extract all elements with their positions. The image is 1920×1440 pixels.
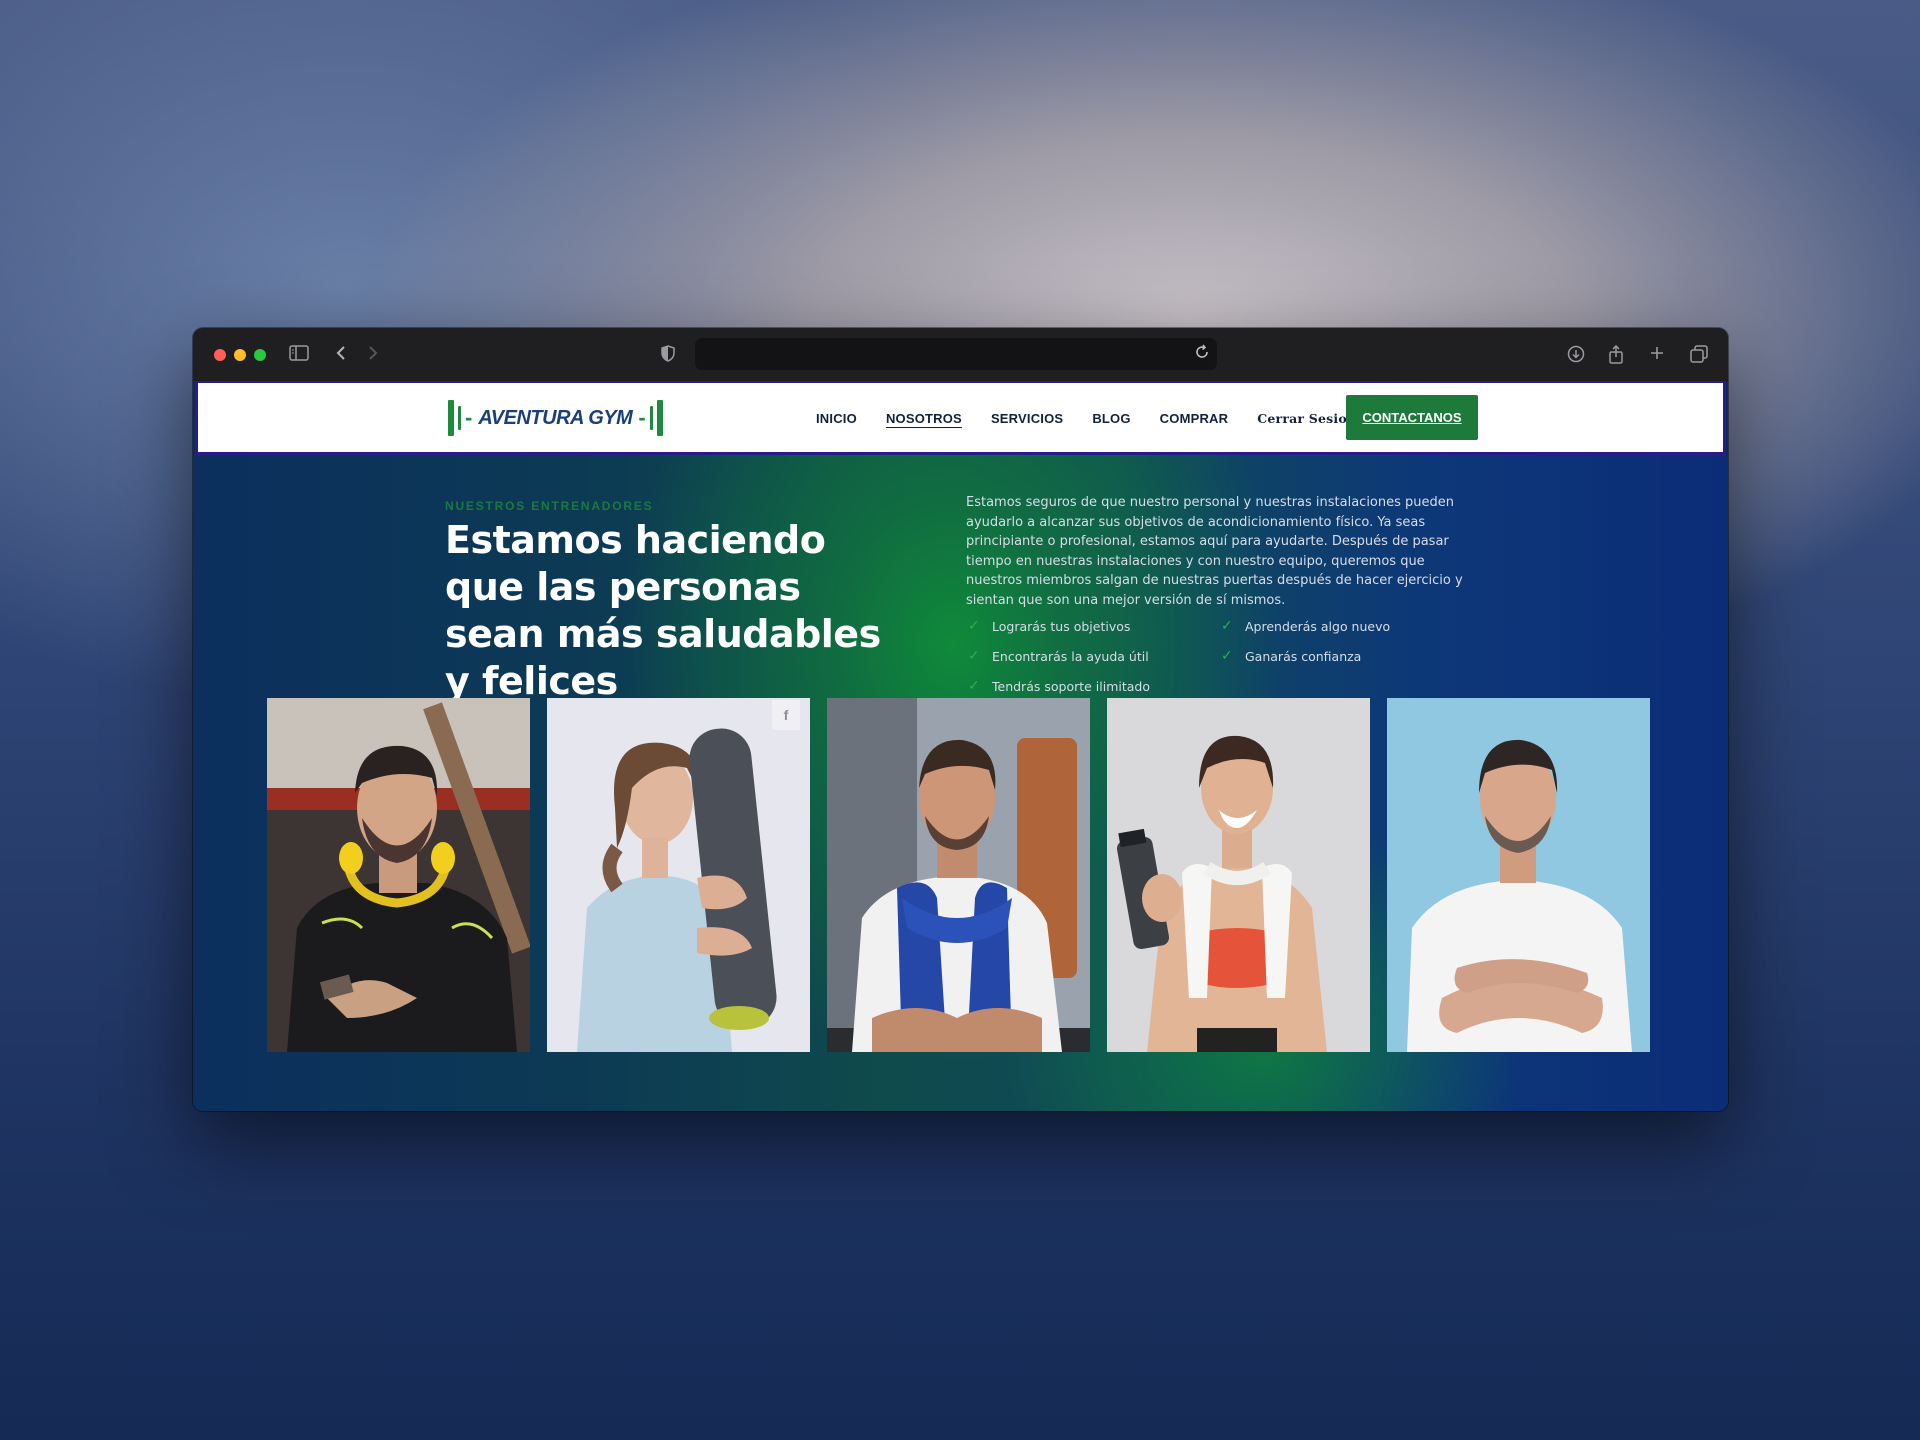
section-headline: Estamos haciendo que las personas sean m… [445, 518, 881, 703]
benefits-list: ✓ Lograrás tus objetivos ✓ Aprenderás al… [968, 611, 1488, 701]
site-header: - AVENTURA GYM - INICIO NOSOTROS SERVICI… [195, 381, 1726, 455]
trainer-card-2[interactable]: f [547, 698, 810, 1052]
logo-bar-right-inner [649, 406, 653, 430]
nav-item-inicio[interactable]: INICIO [816, 411, 857, 426]
shield-icon[interactable] [661, 345, 675, 365]
main-nav: INICIO NOSOTROS SERVICIOS BLOG COMPRAR C… [816, 383, 1376, 453]
download-icon[interactable] [1567, 345, 1585, 366]
check-icon: ✓ [1221, 648, 1233, 664]
benefit-item: ✓ Aprenderás algo nuevo [1221, 611, 1474, 641]
benefit-label: Lograrás tus objetivos [992, 618, 1131, 634]
nav-item-servicios[interactable]: SERVICIOS [991, 411, 1063, 426]
minimize-window-button[interactable] [234, 349, 246, 361]
address-bar[interactable] [695, 338, 1217, 370]
benefit-label: Ganarás confianza [1245, 648, 1362, 664]
browser-window: - AVENTURA GYM - INICIO NOSOTROS SERVICI… [193, 328, 1728, 1111]
logo-bar-left-inner [458, 406, 461, 430]
logo-dash-right: - [638, 405, 646, 430]
chevron-right-icon[interactable] [367, 345, 379, 364]
close-window-button[interactable] [214, 349, 226, 361]
share-icon[interactable] [1608, 344, 1624, 367]
window-controls [214, 349, 266, 361]
trainer-photo-1 [267, 698, 530, 1052]
benefit-label: Aprenderás algo nuevo [1245, 618, 1391, 634]
nav-item-nosotros[interactable]: NOSOTROS [886, 411, 962, 426]
benefit-item: ✓ Encontrarás la ayuda útil [968, 641, 1221, 671]
plus-icon[interactable] [1649, 345, 1665, 364]
benefit-item: ✓ Tendrás soporte ilimitado [968, 671, 1221, 701]
check-icon: ✓ [1221, 618, 1233, 634]
trainer-photo-3 [827, 698, 1090, 1052]
benefit-item: ✓ Ganarás confianza [1221, 641, 1474, 671]
benefit-label: Encontrarás la ayuda útil [992, 648, 1149, 664]
trainers-section: NUESTROS ENTRENADORES Estamos haciendo q… [193, 455, 1728, 1111]
nav-item-comprar[interactable]: COMPRAR [1160, 411, 1229, 426]
tabs-icon[interactable] [1690, 345, 1708, 366]
check-icon: ✓ [968, 678, 980, 694]
logo-dash-left: - [465, 405, 473, 430]
nav-item-blog[interactable]: BLOG [1092, 411, 1130, 426]
logo-bar-right [656, 400, 663, 436]
section-description: Estamos seguros de que nuestro personal … [966, 495, 1463, 608]
check-icon: ✓ [968, 648, 980, 664]
logo-text: AVENTURA GYM [478, 406, 633, 429]
trainer-photo-4 [1107, 698, 1370, 1052]
logo-bar-left [448, 400, 454, 436]
trainer-card-4[interactable] [1107, 698, 1370, 1052]
trainer-card-5[interactable] [1387, 698, 1650, 1052]
trainer-photo-5 [1387, 698, 1650, 1052]
browser-toolbar [193, 328, 1728, 381]
check-icon: ✓ [968, 618, 980, 634]
trainer-cards: f [267, 698, 1650, 1052]
benefit-item: ✓ Lograrás tus objetivos [968, 611, 1221, 641]
trainer-photo-2 [547, 698, 810, 1052]
sidebar-icon[interactable] [289, 345, 309, 364]
section-kicker: NUESTROS ENTRENADORES [445, 499, 654, 513]
trainer-card-1[interactable] [267, 698, 530, 1052]
facebook-icon[interactable]: f [772, 700, 800, 730]
reload-icon[interactable] [1195, 344, 1209, 365]
maximize-window-button[interactable] [254, 349, 266, 361]
contact-button[interactable]: CONTACTANOS [1346, 395, 1478, 440]
site-logo[interactable]: - AVENTURA GYM - [448, 399, 663, 437]
nav-item-cerrar-sesion[interactable]: Cerrar Sesion [1257, 411, 1356, 426]
chevron-left-icon[interactable] [335, 345, 347, 364]
trainer-card-3[interactable] [827, 698, 1090, 1052]
benefit-label: Tendrás soporte ilimitado [992, 678, 1151, 694]
